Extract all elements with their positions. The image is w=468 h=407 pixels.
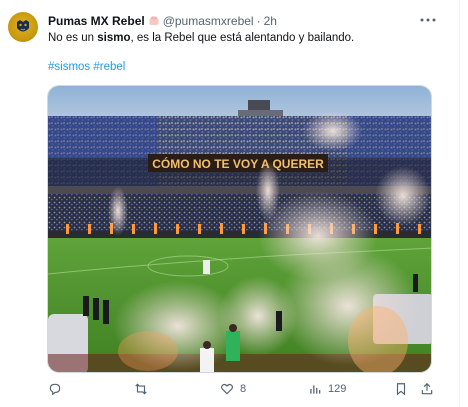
share-icon bbox=[421, 382, 433, 395]
verified-badge-icon bbox=[149, 16, 159, 25]
author-handle[interactable]: @pumasmxrebel bbox=[163, 14, 254, 28]
like-button[interactable]: 8 bbox=[220, 382, 246, 396]
post-text-bold: sismo bbox=[97, 32, 131, 44]
post-time[interactable]: 2h bbox=[264, 14, 277, 28]
hashtags: #sismos #rebel bbox=[48, 61, 125, 73]
author-name[interactable]: Pumas MX Rebel bbox=[48, 14, 145, 28]
repost-icon bbox=[135, 383, 147, 395]
reply-icon bbox=[49, 383, 61, 396]
post-header: Pumas MX Rebel @pumasmxrebel · 2h bbox=[48, 14, 277, 28]
bookmark-icon bbox=[396, 383, 406, 396]
banner-text: CÓMO NO TE VOY A QUERER bbox=[152, 156, 324, 171]
views-count: 129 bbox=[328, 383, 347, 395]
bookmark-button[interactable] bbox=[394, 382, 408, 396]
post-image[interactable]: CÓMO NO TE VOY A QUERER bbox=[47, 85, 432, 373]
pumas-logo-icon bbox=[17, 20, 29, 32]
views-button[interactable]: 129 bbox=[308, 382, 346, 396]
hashtag-rebel[interactable]: #rebel bbox=[93, 61, 125, 73]
post-card[interactable]: Pumas MX Rebel @pumasmxrebel · 2h No es … bbox=[0, 0, 460, 407]
post-text: No es un sismo, es la Rebel que está ale… bbox=[48, 31, 354, 46]
more-options-icon[interactable] bbox=[418, 10, 438, 26]
hashtag-sismos[interactable]: #sismos bbox=[48, 61, 90, 73]
reply-button[interactable] bbox=[48, 382, 68, 396]
repost-button[interactable] bbox=[134, 382, 154, 396]
avatar[interactable] bbox=[8, 12, 38, 42]
like-icon bbox=[221, 383, 233, 395]
share-button[interactable] bbox=[420, 382, 434, 396]
like-count: 8 bbox=[240, 383, 247, 395]
action-bar: 8 129 bbox=[48, 382, 438, 402]
views-icon bbox=[310, 385, 321, 394]
separator: · bbox=[256, 14, 261, 28]
stadium-photo: CÓMO NO TE VOY A QUERER bbox=[48, 86, 431, 372]
post-text-start: No es un bbox=[48, 32, 98, 44]
post-text-end: , es la Rebel que está alentando y baila… bbox=[130, 32, 355, 44]
